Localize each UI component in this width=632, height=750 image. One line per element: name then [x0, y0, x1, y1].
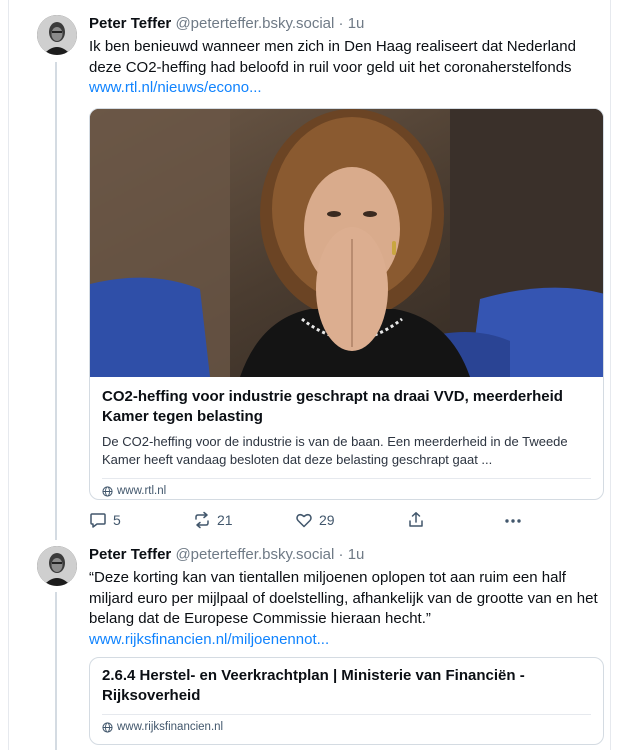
author-handle[interactable]: @peterteffer.bsky.social — [175, 15, 334, 32]
globe-icon — [102, 485, 113, 497]
post-text: Ik ben benieuwd wanneer men zich in Den … — [89, 37, 609, 99]
author-handle[interactable]: @peterteffer.bsky.social — [175, 546, 334, 563]
reply-count: 5 — [113, 512, 121, 528]
post-header: Peter Teffer @peterteffer.bsky.social · … — [89, 14, 364, 34]
speech-bubble-icon — [90, 513, 106, 528]
link-preview-card[interactable]: 2.6.4 Herstel- en Veerkrachtplan | Minis… — [89, 657, 604, 745]
avatar-portrait-icon — [37, 15, 77, 55]
card-domain: www.rijksfinancien.nl — [117, 721, 224, 733]
post-link[interactable]: www.rtl.nl/nieuws/econo... — [89, 79, 262, 96]
author-name[interactable]: Peter Teffer — [89, 15, 171, 32]
post-link[interactable]: www.rijksfinancien.nl/miljoenennot... — [89, 631, 329, 648]
post-time[interactable]: 1u — [348, 546, 365, 563]
separator-dot: · — [338, 546, 344, 563]
card-title[interactable]: 2.6.4 Herstel- en Veerkrachtplan | Minis… — [90, 666, 603, 706]
share-button[interactable] — [407, 508, 425, 532]
link-preview-card[interactable]: CO2-heffing voor industrie geschrapt na … — [89, 108, 604, 500]
more-options-button[interactable] — [503, 508, 523, 532]
card-title[interactable]: CO2-heffing voor industrie geschrapt na … — [90, 387, 603, 427]
avatar[interactable] — [37, 15, 77, 55]
repost-count: 21 — [217, 512, 233, 528]
post-time[interactable]: 1u — [348, 15, 365, 32]
share-upload-icon — [409, 512, 423, 527]
post-body: “Deze korting kan van tientallen miljoen… — [89, 569, 598, 627]
avatar-portrait-icon — [37, 546, 77, 586]
thread-column: Peter Teffer @peterteffer.bsky.social · … — [8, 0, 611, 750]
heart-icon — [296, 513, 312, 528]
card-domain: www.rtl.nl — [117, 485, 167, 497]
post-header: Peter Teffer @peterteffer.bsky.social · … — [89, 545, 364, 565]
card-image — [90, 109, 603, 377]
reply-button[interactable]: 5 — [89, 508, 121, 532]
separator-dot: · — [338, 15, 344, 32]
thread-connector-line — [55, 62, 57, 540]
like-button[interactable]: 29 — [295, 508, 335, 532]
card-description: De CO2-heffing voor de industrie is van … — [102, 434, 568, 467]
globe-icon — [102, 721, 113, 733]
news-photo-image — [90, 109, 603, 377]
like-count: 29 — [319, 512, 335, 528]
card-domain-row: www.rijksfinancien.nl — [90, 721, 603, 733]
avatar[interactable] — [37, 546, 77, 586]
post-text: “Deze korting kan van tientallen miljoen… — [89, 568, 609, 650]
thread-connector-line — [55, 592, 57, 750]
repost-arrows-icon — [195, 511, 209, 529]
post-body: Ik ben benieuwd wanneer men zich in Den … — [89, 38, 576, 76]
post-actions: 5 21 29 — [89, 508, 609, 532]
author-name[interactable]: Peter Teffer — [89, 546, 171, 563]
ellipsis-icon — [505, 519, 521, 523]
card-domain-row: www.rtl.nl — [90, 485, 603, 497]
repost-button[interactable]: 21 — [193, 508, 233, 532]
